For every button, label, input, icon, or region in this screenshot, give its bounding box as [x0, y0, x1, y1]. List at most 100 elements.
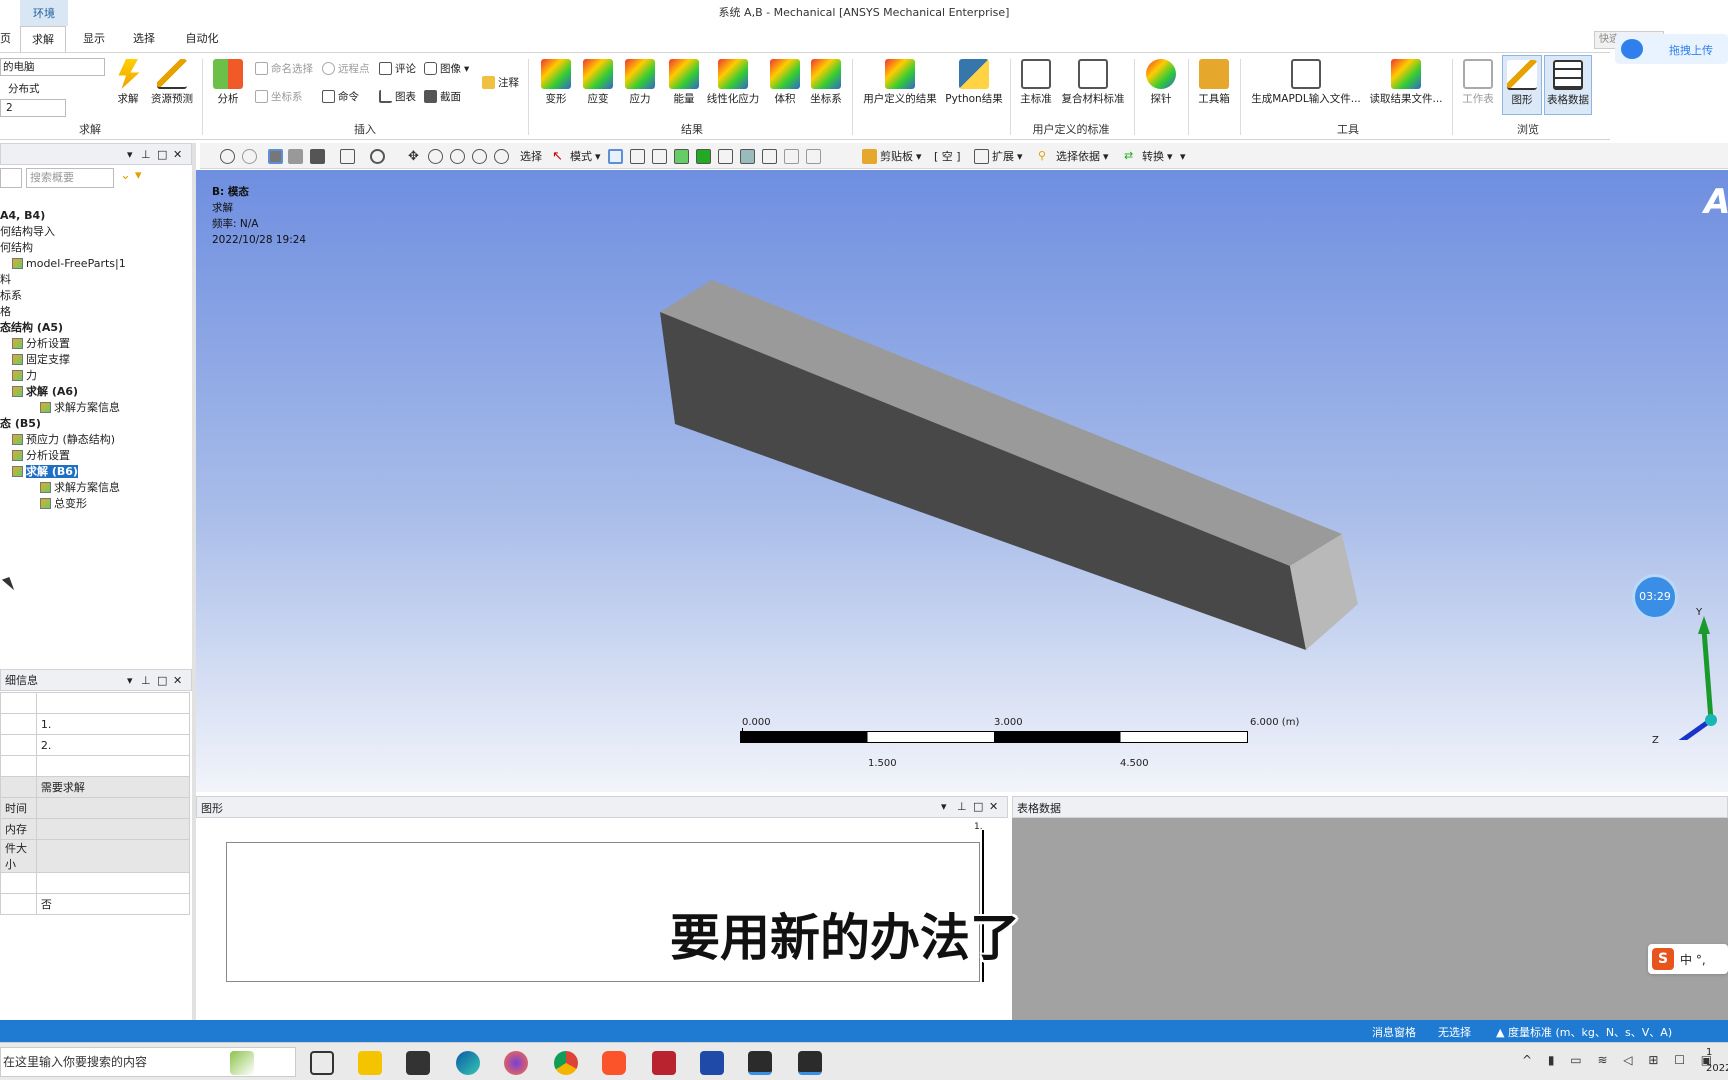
toolbox-button[interactable]: 工具箱: [1196, 59, 1232, 106]
select-element-icon[interactable]: [718, 148, 733, 164]
tree-item[interactable]: 何结构: [0, 240, 192, 256]
volume-button[interactable]: 体积: [770, 59, 800, 106]
result-coordinate-button[interactable]: 坐标系: [808, 59, 844, 106]
criteria-button[interactable]: 主标准: [1018, 59, 1054, 106]
details-row[interactable]: 内存: [0, 818, 191, 840]
tab-solve[interactable]: 求解: [20, 26, 66, 52]
shaded-icon[interactable]: [268, 148, 283, 164]
linearized-stress-button[interactable]: 线性化应力: [704, 59, 762, 106]
system-tray[interactable]: ^ ▮ ▭ ≋ ◁ ⊞ ☐ ▣: [1522, 1053, 1718, 1067]
select-body-icon[interactable]: [674, 148, 689, 164]
select-face-elements-icon[interactable]: [762, 148, 777, 164]
edges-icon[interactable]: [310, 148, 325, 164]
select-face-icon[interactable]: [652, 148, 667, 164]
tree-item[interactable]: 求解方案信息: [0, 400, 192, 416]
details-row[interactable]: 1.: [0, 713, 191, 735]
outline-filter-select[interactable]: [0, 168, 22, 188]
app-icon[interactable]: [700, 1051, 724, 1075]
convert-button[interactable]: ⇄ 转换 ▾: [1124, 147, 1173, 165]
graphics-viewport[interactable]: B: 模态 求解 频率: N/A 2022/10/28 19:24 A 0.00…: [196, 170, 1728, 792]
pin-icon[interactable]: ⊥: [957, 800, 967, 813]
workbench-icon[interactable]: [748, 1051, 772, 1075]
filter-icon[interactable]: ⌄ ▾: [120, 168, 142, 183]
chart-button[interactable]: 图表: [379, 89, 416, 104]
status-messages[interactable]: 消息窗格: [1372, 1024, 1416, 1040]
remote-point-button[interactable]: 远程点: [322, 61, 370, 76]
select-mesh-icon[interactable]: [740, 148, 755, 164]
toolbar-overflow-icon[interactable]: ▾: [1180, 147, 1186, 165]
generate-mapdl-button[interactable]: 生成MAPDL输入文件...: [1248, 59, 1364, 106]
maximize-icon[interactable]: □: [157, 144, 167, 166]
read-result-button[interactable]: 读取结果文件...: [1368, 59, 1444, 106]
chrome-icon[interactable]: [554, 1051, 578, 1075]
tree-item[interactable]: 总变形: [0, 496, 192, 512]
context-tab-environment[interactable]: 环境: [20, 0, 68, 26]
select-edge-icon[interactable]: [630, 148, 645, 164]
dropdown-icon[interactable]: ▾: [127, 144, 133, 166]
details-row[interactable]: [0, 755, 191, 777]
clock[interactable]: 12022: [1706, 1045, 1728, 1077]
tree-item[interactable]: 固定支撑: [0, 352, 192, 368]
clipboard-button[interactable]: 剪贴板 ▾: [862, 147, 922, 165]
annotation-button[interactable]: 注释: [482, 75, 519, 90]
cloud-upload-button[interactable]: 拖拽上传: [1615, 34, 1728, 64]
tree-item[interactable]: 态结构 (A5): [0, 320, 192, 336]
select-vertex-icon[interactable]: [608, 148, 623, 164]
details-row[interactable]: 2.: [0, 734, 191, 756]
tree-item[interactable]: 标系: [0, 288, 192, 304]
zoom-out-icon[interactable]: [242, 148, 257, 164]
zoom-icon[interactable]: [428, 148, 443, 164]
solidworks-icon[interactable]: [652, 1051, 676, 1075]
select-xyz-icon[interactable]: [784, 148, 799, 164]
tree-item[interactable]: A4, B4): [0, 208, 192, 224]
details-row[interactable]: 需要求解: [0, 776, 191, 798]
tabular-data-button[interactable]: 表格数据: [1544, 55, 1592, 115]
ime-toolbar[interactable]: S 中 °,: [1648, 944, 1728, 974]
python-result-button[interactable]: Python结果: [944, 59, 1004, 106]
extend-button[interactable]: 扩展 ▾: [974, 147, 1023, 165]
tree-item[interactable]: 力: [0, 368, 192, 384]
select-by-button[interactable]: ⚲ 选择依据 ▾: [1038, 147, 1109, 165]
command-button[interactable]: 命令: [322, 89, 359, 104]
file-explorer-icon[interactable]: [358, 1051, 382, 1075]
tree-item[interactable]: 何结构导入: [0, 224, 192, 240]
image-button[interactable]: 图像 ▾: [424, 61, 469, 76]
dropdown-icon[interactable]: ▾: [127, 670, 133, 692]
maximize-icon[interactable]: □: [157, 670, 167, 692]
analysis-button[interactable]: 分析: [210, 59, 246, 106]
details-row[interactable]: 时间: [0, 797, 191, 819]
worksheet-button[interactable]: 工作表: [1460, 59, 1496, 106]
tree-item[interactable]: 求解方案信息: [0, 480, 192, 496]
mechanical-icon[interactable]: [798, 1051, 822, 1075]
outline-search-input[interactable]: 搜索概要: [26, 168, 114, 188]
task-view-icon[interactable]: [310, 1051, 334, 1075]
tab-display[interactable]: 显示: [72, 26, 116, 52]
machine-select[interactable]: 的电脑: [0, 58, 105, 76]
probe-button[interactable]: 探针: [1146, 59, 1176, 106]
maximize-icon[interactable]: □: [973, 800, 983, 813]
zoom-in-icon[interactable]: [220, 148, 235, 164]
pan-icon[interactable]: ✥: [408, 149, 423, 164]
tab-select[interactable]: 选择: [122, 26, 166, 52]
section-button[interactable]: 截面: [424, 89, 461, 104]
named-selection-button[interactable]: 命名选择: [255, 61, 313, 76]
select-node-icon[interactable]: [696, 148, 711, 164]
fit-icon[interactable]: [472, 148, 487, 164]
details-row[interactable]: 件大小: [0, 839, 191, 873]
strain-button[interactable]: 应变: [580, 59, 616, 106]
tree-item[interactable]: 分析设置: [0, 336, 192, 352]
rotate-icon[interactable]: [370, 148, 385, 164]
mode-button[interactable]: ↖ 模式 ▾: [552, 147, 601, 165]
edge-icon[interactable]: [456, 1051, 480, 1075]
tree-item[interactable]: 格: [0, 304, 192, 320]
firefox-icon[interactable]: [504, 1051, 528, 1075]
units-button[interactable]: ▲ 度量标准 (m、kg、N、s、V、A): [1496, 1024, 1672, 1040]
resource-predict-button[interactable]: 资源预测: [149, 59, 195, 106]
deformation-button[interactable]: 变形: [538, 59, 574, 106]
tab-automation[interactable]: 自动化: [176, 26, 228, 52]
tree-item[interactable]: 分析设置: [0, 448, 192, 464]
close-icon[interactable]: ✕: [173, 670, 182, 692]
stress-button[interactable]: 应力: [622, 59, 658, 106]
details-row[interactable]: [0, 692, 191, 714]
energy-button[interactable]: 能量: [666, 59, 702, 106]
